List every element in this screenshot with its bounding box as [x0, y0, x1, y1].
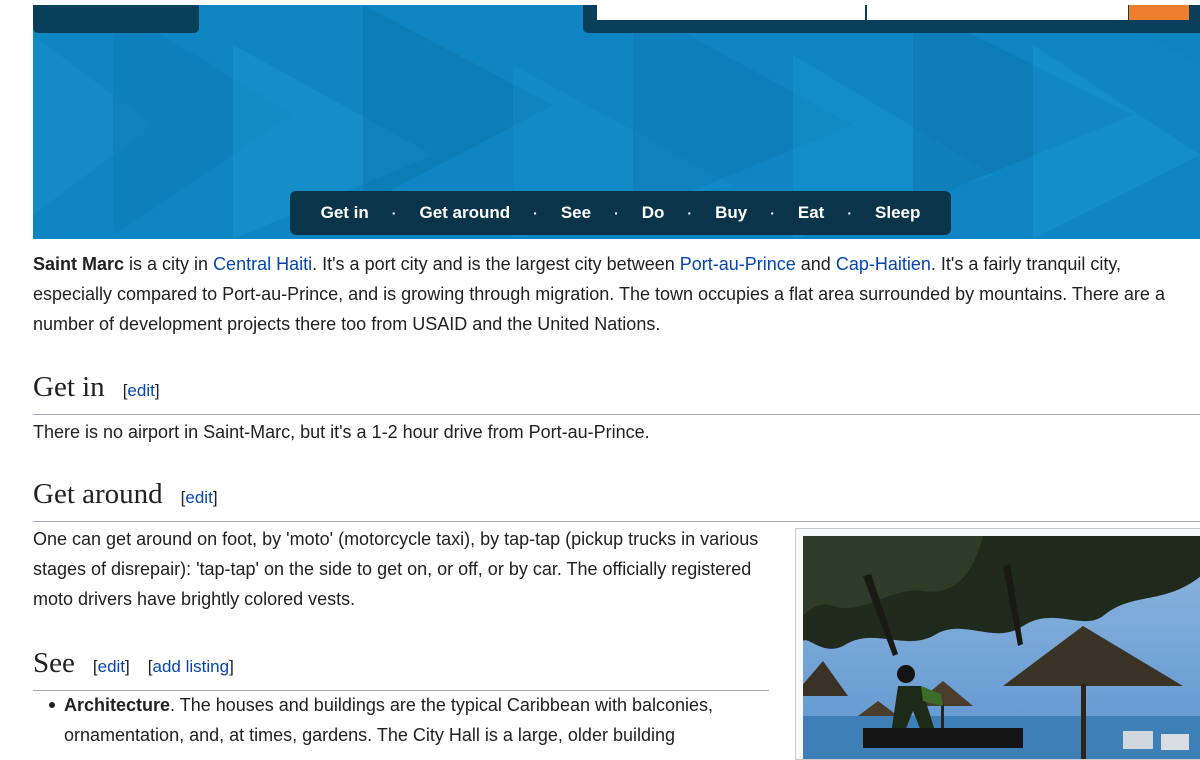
beach-photo — [803, 536, 1200, 759]
heading-get-around: Get around [edit] — [33, 477, 1200, 522]
section-nav: Get in · Get around · See · Do · Buy · E… — [290, 191, 951, 235]
heading-text: Get in — [33, 371, 105, 403]
link-cap-haitien[interactable]: Cap-Haitien — [836, 254, 931, 274]
edit-link-get-in[interactable]: edit — [127, 381, 154, 400]
nav-do[interactable]: Do — [630, 203, 677, 223]
add-listing-section: [add listing] — [147, 657, 234, 676]
edit-section: [edit] — [92, 657, 130, 676]
heading-text: See — [33, 647, 75, 679]
list-item: Architecture. The houses and buildings a… — [33, 690, 773, 750]
heading-get-in: Get in [edit] — [33, 370, 1200, 415]
search-bar — [583, 5, 1200, 33]
nav-separator: · — [533, 205, 538, 221]
search-input-secondary[interactable] — [867, 5, 1128, 20]
nav-buy[interactable]: Buy — [703, 203, 759, 223]
nav-separator: · — [614, 205, 619, 221]
intro-text: . It's a port city and is the largest ci… — [312, 254, 680, 274]
link-port-au-prince[interactable]: Port-au-Prince — [680, 254, 796, 274]
edit-link-get-around[interactable]: edit — [185, 488, 212, 507]
see-list: Architecture. The houses and buildings a… — [33, 690, 773, 750]
nav-eat[interactable]: Eat — [786, 203, 836, 223]
listing-name: Architecture — [64, 695, 171, 715]
beach-photo-thumbnail[interactable] — [795, 528, 1200, 760]
nav-separator: · — [770, 205, 775, 221]
intro-text: is a city in — [124, 254, 214, 274]
banner-left-tab — [33, 5, 199, 33]
page-banner: Get in · Get around · See · Do · Buy · E… — [33, 5, 1200, 239]
nav-get-around[interactable]: Get around — [407, 203, 522, 223]
nav-sleep[interactable]: Sleep — [863, 203, 932, 223]
edit-section: [edit] — [180, 488, 218, 507]
search-button[interactable] — [1129, 5, 1189, 20]
intro-text: and — [795, 254, 836, 274]
nav-separator: · — [687, 205, 693, 221]
edit-link-see[interactable]: edit — [98, 657, 125, 676]
paragraph-get-around: One can get around on foot, by 'moto' (m… — [33, 529, 759, 609]
add-listing-link[interactable]: add listing — [153, 657, 230, 676]
nav-see[interactable]: See — [549, 203, 603, 223]
paragraph-get-in: There is no airport in Saint-Marc, but i… — [33, 422, 650, 442]
heading-see: See [edit] [add listing] — [33, 646, 769, 691]
nav-separator: · — [391, 205, 397, 221]
bullet-icon — [49, 702, 55, 708]
search-input[interactable] — [597, 5, 865, 20]
edit-section: [edit] — [122, 381, 160, 400]
section-see: See [edit] [add listing] — [33, 646, 769, 691]
city-name: Saint Marc — [33, 254, 125, 274]
link-central-haiti[interactable]: Central Haiti — [213, 254, 312, 274]
section-get-in: Get in [edit] — [33, 370, 1200, 415]
nav-separator: · — [847, 205, 853, 221]
heading-text: Get around — [33, 478, 163, 510]
intro-paragraph: Saint Marc is a city in Central Haiti. I… — [33, 249, 1200, 339]
section-get-around: Get around [edit] — [33, 477, 1200, 522]
nav-get-in[interactable]: Get in — [309, 203, 381, 223]
